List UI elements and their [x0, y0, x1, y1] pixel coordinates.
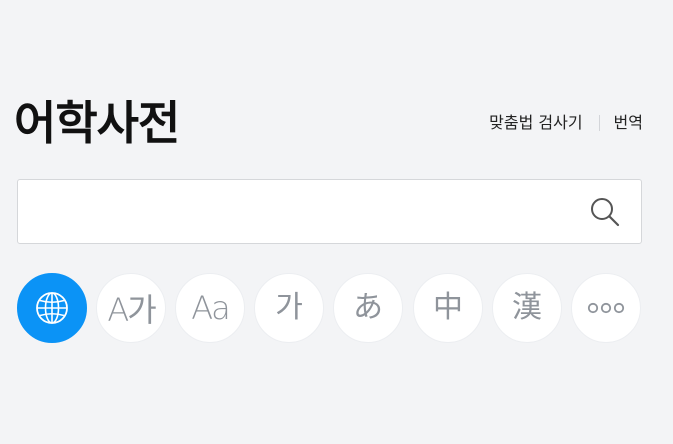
lang-button-japanese[interactable]: あ: [333, 273, 403, 343]
globe-icon: [36, 292, 68, 324]
page-title: 어학사전: [14, 96, 180, 150]
more-icon: [587, 302, 625, 314]
ga-icon: 가: [275, 290, 303, 325]
translate-link[interactable]: 번역: [614, 112, 643, 134]
lang-button-english[interactable]: Aa: [175, 273, 245, 343]
lang-button-more[interactable]: [571, 273, 641, 343]
a-ga-icon: A가: [107, 291, 156, 329]
lang-button-korean[interactable]: 가: [254, 273, 324, 343]
lang-button-chinese[interactable]: 中: [413, 273, 483, 343]
header-links: 맞춤법 검사기 번역: [489, 112, 643, 134]
lang-button-all[interactable]: [17, 273, 87, 343]
search-icon: [591, 198, 620, 227]
han-icon: 漢: [512, 290, 542, 325]
search-box: [17, 179, 642, 244]
spell-checker-link[interactable]: 맞춤법 검사기: [489, 112, 582, 134]
lang-button-hanja[interactable]: 漢: [492, 273, 562, 343]
zhong-icon: 中: [433, 290, 463, 325]
link-divider: [598, 115, 600, 131]
search-input[interactable]: [32, 180, 572, 243]
hiragana-a-icon: あ: [353, 290, 383, 325]
search-button[interactable]: [587, 194, 623, 230]
aa-icon: Aa: [191, 289, 230, 327]
lang-button-english-korean[interactable]: A가: [96, 273, 166, 343]
